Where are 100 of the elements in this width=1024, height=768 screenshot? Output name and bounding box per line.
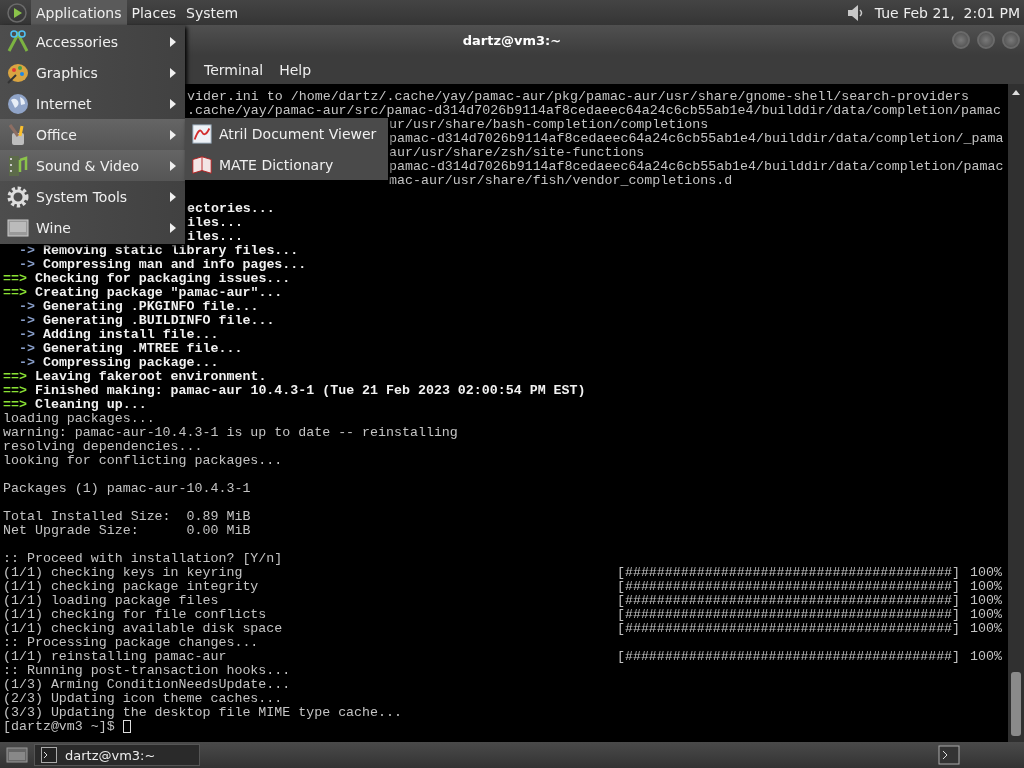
scrollbar[interactable] bbox=[1008, 84, 1024, 742]
terminal-line: Generating .PKGINFO file... bbox=[42, 300, 259, 314]
terminal-line: Compressing man and info pages... bbox=[42, 258, 307, 272]
scrollbar-thumb[interactable] bbox=[1011, 672, 1021, 736]
arrow-mark: -> bbox=[19, 258, 35, 272]
clock[interactable]: Tue Feb 21, 2:01 PM bbox=[874, 4, 1020, 21]
scissors-ruler-icon bbox=[6, 29, 30, 54]
menu-item[interactable]: Wine bbox=[0, 212, 185, 243]
menu-item[interactable]: System Tools bbox=[0, 181, 185, 212]
submenu-arrow-icon bbox=[169, 97, 177, 110]
progress-bar-text: [#########################################] bbox=[616, 594, 961, 608]
arrow-mark: -> bbox=[19, 314, 35, 328]
shell-prompt: [dartz@vm3 ~]$ bbox=[3, 720, 115, 734]
arrow-mark: -> bbox=[19, 328, 35, 342]
arrow-mark: -> bbox=[19, 356, 35, 370]
terminal-line: Checking for packaging issues... bbox=[34, 272, 291, 286]
terminal-line: ur/usr/share/bash-completion/completions bbox=[389, 118, 709, 132]
terminal-line: warning: pamac-aur-10.4.3-1 is up to date -- reinstalling bbox=[3, 426, 458, 440]
menu-item[interactable]: Accessories bbox=[0, 26, 185, 57]
terminal-line: Finished making: pamac-aur 10.4.3-1 (Tue 21 Feb 2023 02:00:54 PM EST) bbox=[34, 384, 586, 398]
terminal-line: Total Installed Size: 0.89 MiB bbox=[3, 510, 251, 524]
terminal-line: Generating .MTREE file... bbox=[42, 342, 243, 356]
terminal-line: (1/1) checking for file conflicts bbox=[3, 608, 267, 622]
progress-percent: 100% bbox=[970, 650, 1003, 664]
window-title: dartz@vm3:~ bbox=[462, 32, 562, 48]
terminal-line: aur/usr/share/zsh/site-functions bbox=[389, 146, 645, 160]
terminal-line: vider.ini to /home/dartz/.cache/yay/pamac-aur/pkg/pamac-aur/usr/share/gnome-shell/search-providers bbox=[187, 90, 969, 104]
panel-menu[interactable]: System bbox=[181, 0, 244, 25]
menu-item[interactable]: Atril Document Viewer bbox=[185, 118, 388, 149]
arrow-mark: ==> bbox=[3, 272, 27, 286]
terminal-line: Creating package "pamac-aur"... bbox=[34, 286, 283, 300]
app-menu-logo-icon bbox=[7, 2, 27, 23]
scroll-up-icon[interactable] bbox=[1011, 88, 1021, 96]
progress-percent: 100% bbox=[970, 594, 1003, 608]
panel-menu[interactable]: Applications bbox=[31, 0, 127, 25]
arrow-mark: ==> bbox=[3, 286, 27, 300]
terminal-line: Removing static library files... bbox=[42, 244, 299, 258]
menu-bar-item[interactable]: Terminal bbox=[196, 61, 272, 78]
progress-percent: 100% bbox=[970, 608, 1003, 622]
terminal-icon[interactable] bbox=[938, 745, 960, 765]
terminal-line: ectories... bbox=[187, 202, 275, 216]
terminal-line: pamac-d314d7026b9114af8cedaeec64a24c6cb55ab1e4/builddir/data/completion/_pama bbox=[389, 132, 1004, 146]
terminal-line: looking for conflicting packages... bbox=[3, 454, 283, 468]
arrow-mark: -> bbox=[19, 342, 35, 356]
progress-percent: 100% bbox=[970, 580, 1003, 594]
terminal-line: Compressing package... bbox=[42, 356, 219, 370]
menu-bar-item[interactable]: Help bbox=[271, 61, 320, 78]
menu-item[interactable]: Graphics bbox=[0, 57, 185, 88]
terminal-line: (1/1) checking package integrity bbox=[3, 580, 259, 594]
submenu-arrow-icon bbox=[169, 66, 177, 79]
arrow-mark: -> bbox=[19, 300, 35, 314]
progress-bar-text: [#########################################] bbox=[616, 650, 961, 664]
menu-item[interactable]: Office bbox=[0, 119, 185, 150]
terminal-line: Net Upgrade Size: 0.00 MiB bbox=[3, 524, 251, 538]
taskbar-button[interactable]: dartz@vm3:~ bbox=[34, 744, 200, 766]
menu-item[interactable]: MATE Dictionary bbox=[185, 149, 388, 180]
terminal-line: Leaving fakeroot environment. bbox=[34, 370, 267, 384]
terminal-line: resolving dependencies... bbox=[3, 440, 203, 454]
menu-item[interactable]: Internet bbox=[0, 88, 185, 119]
title-bar-button[interactable] bbox=[977, 31, 995, 49]
terminal-line: Cleaning up... bbox=[34, 398, 147, 412]
arrow-mark: ==> bbox=[3, 370, 27, 384]
terminal-line: Generating .BUILDINFO file... bbox=[42, 314, 275, 328]
menu-item[interactable]: Sound & Video bbox=[0, 150, 185, 181]
terminal-line: Adding install file... bbox=[42, 328, 219, 342]
terminal-line: (1/1) reinstalling pamac-aur bbox=[3, 650, 227, 664]
terminal-line: pamac-d314d7026b9114af8cedaeec64a24c6cb55ab1e4/builddir/data/completion/pamac bbox=[389, 160, 1004, 174]
terminal-line: (3/3) Updating the desktop file MIME type cache... bbox=[3, 706, 402, 720]
terminal-line: (2/3) Updating icon theme caches... bbox=[3, 692, 283, 706]
title-bar-button[interactable] bbox=[952, 31, 970, 49]
terminal-line: :: Proceed with installation? [Y/n] bbox=[3, 552, 283, 566]
terminal-line: :: Processing package changes... bbox=[3, 636, 259, 650]
terminal-line: Packages (1) pamac-aur-10.4.3-1 bbox=[3, 482, 251, 496]
show-desktop-icon[interactable] bbox=[6, 746, 28, 764]
submenu-arrow-icon bbox=[169, 190, 177, 203]
terminal-icon bbox=[41, 747, 57, 763]
submenu-arrow-icon bbox=[169, 35, 177, 48]
progress-bar-text: [#########################################] bbox=[616, 622, 961, 636]
arrow-mark: ==> bbox=[3, 398, 27, 412]
terminal-line: .cache/yay/pamac-aur/src/pamac-d314d7026b9114af8cedaeec64a24c6cb55ab1e4/builddir/data/completion/pamac bbox=[187, 104, 1001, 118]
progress-percent: 100% bbox=[970, 622, 1003, 636]
terminal-line: (1/3) Arming ConditionNeedsUpdate... bbox=[3, 678, 291, 692]
globe-icon bbox=[6, 91, 30, 116]
terminal-line: (1/1) checking keys in keyring bbox=[3, 566, 243, 580]
document-icon bbox=[191, 122, 213, 145]
progress-bar-text: [#########################################] bbox=[616, 566, 961, 580]
arrow-mark: -> bbox=[19, 244, 35, 258]
terminal-line: :: Running post-transaction hooks... bbox=[3, 664, 291, 678]
title-bar-button[interactable] bbox=[1002, 31, 1020, 49]
text-cursor bbox=[122, 720, 131, 733]
submenu-arrow-icon bbox=[169, 221, 177, 234]
terminal-line: iles... bbox=[187, 216, 243, 230]
book-icon bbox=[191, 153, 213, 176]
submenu-arrow-icon bbox=[169, 128, 177, 141]
gear-icon bbox=[6, 184, 30, 209]
terminal-line: (1/1) loading package files bbox=[3, 594, 219, 608]
progress-percent: 100% bbox=[970, 566, 1003, 580]
progress-bar-text: [#########################################] bbox=[616, 580, 961, 594]
arrow-mark: ==> bbox=[3, 384, 27, 398]
panel-menu[interactable]: Places bbox=[126, 0, 182, 25]
